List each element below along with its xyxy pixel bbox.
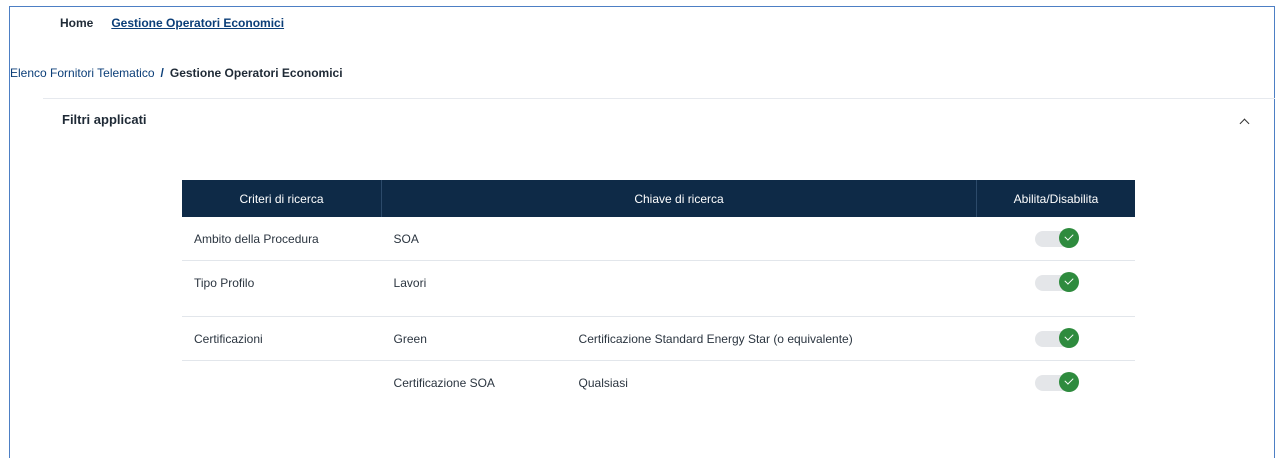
criterio-cell: Certificazioni	[182, 316, 382, 361]
check-icon	[1058, 271, 1079, 292]
chiave-label: SOA	[393, 231, 419, 246]
table-row: Certificazioni Green Certificazione Stan…	[182, 316, 1135, 361]
check-icon	[1058, 227, 1079, 248]
nav-gestione-operatori-link[interactable]: Gestione Operatori Economici	[111, 16, 284, 30]
chiave-label: Green	[393, 331, 427, 346]
top-navigation: Home Gestione Operatori Economici	[60, 16, 284, 30]
breadcrumb: Elenco Fornitori Telematico / Gestione Ope…	[10, 66, 343, 80]
table-row: Certificazione SOA Qualsiasi	[182, 361, 1135, 405]
chiave-cell: Green Certificazione Standard Energy Sta…	[381, 316, 977, 361]
column-header-chiave: Chiave di ricerca	[381, 180, 977, 217]
breadcrumb-parent-link[interactable]: Elenco Fornitori Telematico	[10, 66, 155, 80]
chiave-label: Lavori	[393, 275, 427, 290]
chiave-value: Qualsiasi	[578, 375, 628, 390]
enable-toggle[interactable]	[1034, 327, 1079, 348]
chevron-up-icon[interactable]	[1238, 116, 1252, 128]
table-row: Tipo Profilo Lavori	[182, 261, 1135, 305]
toggle-cell	[977, 361, 1136, 405]
enable-toggle[interactable]	[1034, 227, 1079, 248]
breadcrumb-separator: /	[160, 66, 164, 80]
nav-home-link[interactable]: Home	[60, 16, 93, 30]
chiave-cell: SOA	[381, 217, 977, 261]
chiave-cell: Lavori	[382, 261, 977, 305]
check-icon	[1058, 371, 1079, 392]
toggle-cell	[977, 261, 1136, 305]
chiave-cell: Certificazione SOA Qualsiasi	[382, 361, 977, 405]
column-header-criteri: Criteri di ricerca	[182, 180, 383, 217]
column-header-abilita: Abilita/Disabilita	[976, 180, 1135, 217]
criterio-cell: Tipo Profilo	[194, 275, 255, 290]
chiave-value: Certificazione Standard Energy Star (o e…	[578, 331, 853, 346]
section-divider	[43, 98, 1275, 99]
check-icon	[1058, 327, 1079, 348]
filters-table: Criteri di ricerca Chiave di ricerca Abi…	[182, 180, 1135, 404]
table-header-row: Criteri di ricerca Chiave di ricerca Abi…	[182, 180, 1135, 217]
table-row: Ambito della Procedura SOA	[182, 217, 1135, 261]
criterio-cell: Ambito della Procedura	[182, 217, 382, 261]
breadcrumb-current: Gestione Operatori Economici	[169, 66, 343, 80]
enable-toggle[interactable]	[1034, 271, 1079, 292]
criterio-cell	[182, 361, 382, 405]
row-spacer	[182, 304, 1135, 317]
enable-toggle[interactable]	[1034, 371, 1079, 392]
filters-title: Filtri applicati	[62, 112, 147, 127]
toggle-cell	[976, 217, 1135, 261]
chiave-label: Certificazione SOA	[393, 375, 495, 390]
toggle-cell	[976, 316, 1135, 361]
